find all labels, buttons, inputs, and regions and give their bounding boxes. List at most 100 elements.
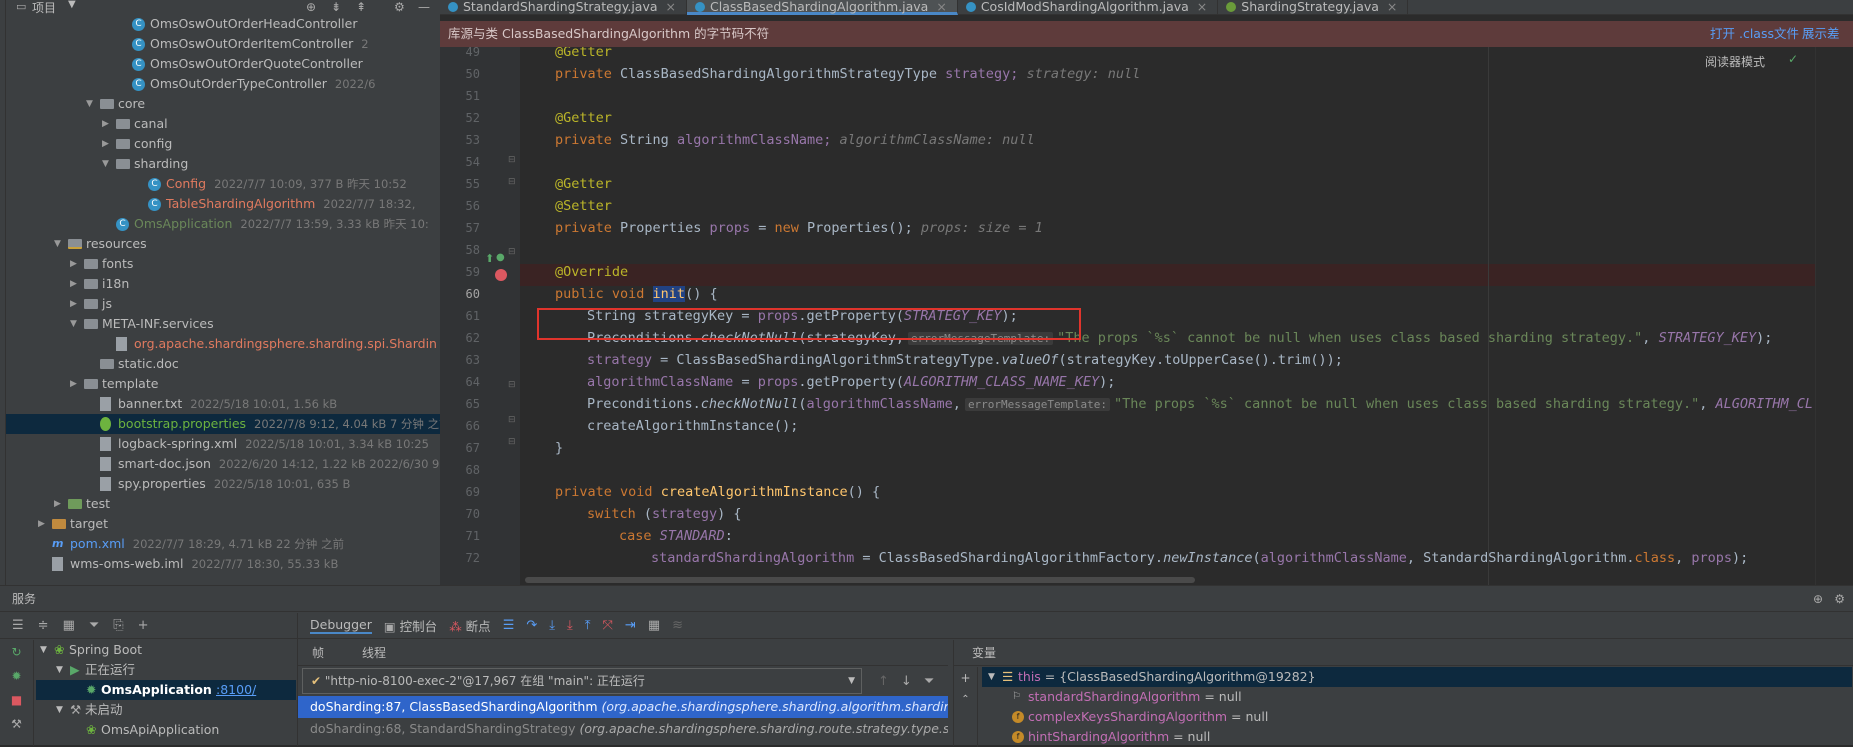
threads-tab[interactable]: 线程 [362, 640, 386, 665]
evaluate-icon[interactable]: ▦ [648, 618, 660, 633]
chevron-up-icon[interactable]: ⌃ [954, 689, 977, 711]
collapse-all-icon[interactable]: ≑ [38, 618, 49, 633]
project-tree-item[interactable]: ▼ core [6, 94, 440, 114]
thread-select[interactable]: ✔ "http-nio-8100-exec-2"@17,967 在组 "main… [302, 668, 862, 694]
reader-mode-label[interactable]: 阅读器模式 [1705, 53, 1765, 70]
chevron-right-icon[interactable]: ▶ [102, 114, 109, 134]
tab-breakpoints[interactable]: ⁂ 断点 [449, 616, 491, 635]
project-tree-item[interactable]: smart-doc.json 2022/6/20 14:12, 1.22 kB 2… [6, 454, 440, 474]
chevron-down-icon[interactable]: ▼ [86, 94, 93, 114]
code-minimap[interactable] [1815, 47, 1853, 585]
project-tree-item[interactable]: ▶ template [6, 374, 440, 394]
override-icon[interactable]: ⬆ [485, 252, 494, 265]
project-tree-item[interactable]: org.apache.shardingsphere.sharding.spi.S… [6, 334, 440, 354]
fold-icon[interactable]: ⊟ [508, 155, 516, 165]
variable-row[interactable]: ▼ ☰ this = {ClassBasedShardingAlgorithm@19… [982, 667, 1852, 687]
service-node-oms-application[interactable]: ✹ OmsApplication:8100/ [36, 680, 296, 700]
fold-icon[interactable]: ⊟ [508, 437, 516, 447]
project-tree-item[interactable]: spy.properties 2022/5/18 10:01, 635 B [6, 474, 440, 494]
project-tree-item[interactable]: ▶ js [6, 294, 440, 314]
chevron-down-icon[interactable]: ▼ [54, 234, 61, 254]
project-tree-item[interactable]: ▶ canal [6, 114, 440, 134]
chevron-right-icon[interactable]: ▶ [38, 514, 45, 534]
force-step-into-icon[interactable]: ⤓ [567, 618, 573, 633]
down-arrow-icon[interactable]: ↓ [901, 674, 912, 689]
show-execution-point-icon[interactable]: ☰ [503, 618, 515, 633]
tab-standard-sharding-strategy[interactable]: StandardShardingStrategy.java × [440, 0, 687, 15]
project-tree-item[interactable]: logback-spring.xml 2022/5/18 10:01, 3.34 … [6, 434, 440, 454]
chevron-down-icon[interactable]: ▼ [68, 0, 76, 10]
service-node-running[interactable]: ▼ ▶ 正在运行 [36, 660, 296, 680]
add-icon[interactable]: + [138, 618, 149, 633]
run-to-cursor-icon[interactable]: ⇥ [625, 618, 636, 633]
variable-row[interactable]: f hintShardingAlgorithm = null [982, 727, 1852, 747]
expand-icon[interactable]: ⇞ [356, 0, 366, 14]
fold-icon[interactable]: ⊟ [508, 380, 516, 390]
project-tree-item[interactable]: C OmsOswOutOrderHeadController [6, 14, 440, 34]
project-tree-item[interactable]: ▶ i18n [6, 274, 440, 294]
project-tree-item[interactable]: C OmsApplication 2022/7/7 13:59, 3.33 kB 昨… [6, 214, 440, 234]
group-icon[interactable]: ▦ [63, 618, 75, 633]
close-icon[interactable]: × [936, 0, 946, 14]
project-tree-item[interactable]: C OmsOutOrderTypeController 2022/6 [6, 74, 440, 94]
project-tree-item[interactable]: banner.txt 2022/5/18 10:01, 1.56 kB [6, 394, 440, 414]
chevron-right-icon[interactable]: ▶ [102, 134, 109, 154]
fold-icon[interactable]: ⊟ [508, 415, 516, 425]
expand-all-icon[interactable]: ☰ [12, 618, 24, 633]
trace-icon[interactable]: ≋ [672, 618, 683, 633]
stop-icon[interactable]: ■ [0, 688, 33, 712]
gear-icon[interactable]: ⚙ [394, 0, 405, 14]
fold-icon[interactable]: ⊟ [508, 177, 516, 187]
service-node-not-started[interactable]: ▼ ⚒ 未启动 [36, 700, 296, 720]
tab-cosid-mod-sharding-algorithm[interactable]: CosIdModShardingAlgorithm.java × [958, 0, 1219, 15]
frames-tab[interactable]: 帧 [312, 640, 324, 665]
variable-row[interactable]: f complexKeysShardingAlgorithm = null [982, 707, 1852, 727]
stack-frame[interactable]: doSharding:68, StandardShardingStrategy … [298, 718, 948, 740]
drop-frame-icon[interactable]: ⤧ [603, 618, 613, 633]
new-tab-icon[interactable]: ⎘ [113, 618, 123, 633]
project-tree-item[interactable]: ▼ META-INF.services [6, 314, 440, 334]
close-icon[interactable]: × [1197, 0, 1207, 14]
wrench-icon[interactable]: ⚒ [0, 712, 33, 736]
open-class-file-link[interactable]: 打开 .class文件 [1710, 21, 1799, 47]
tab-console[interactable]: ▣ 控制台 [384, 616, 437, 635]
horizontal-scrollbar[interactable] [525, 577, 1195, 583]
hide-icon[interactable]: — [418, 0, 430, 14]
service-node-spring-boot[interactable]: ▼ ❀ Spring Boot [36, 640, 296, 660]
project-tree-item[interactable]: ▶ test [6, 494, 440, 514]
up-arrow-icon[interactable]: ↑ [878, 674, 889, 689]
project-tree-item[interactable]: ▶ target [6, 514, 440, 534]
project-tree-item[interactable]: C Config 2022/7/7 10:09, 377 B 昨天 10:52 [6, 174, 440, 194]
tab-class-based-sharding-algorithm[interactable]: ClassBasedShardingAlgorithm.java × [687, 0, 958, 15]
chevron-right-icon[interactable]: ▶ [70, 374, 77, 394]
chevron-down-icon[interactable]: ▼ [70, 314, 77, 334]
fold-icon[interactable]: ⊟ [508, 247, 516, 257]
close-icon[interactable]: × [666, 0, 676, 14]
filter-icon[interactable]: ⏷ [924, 674, 934, 689]
chevron-right-icon[interactable]: ▶ [70, 254, 77, 274]
filter-icon[interactable]: ⏷ [89, 618, 99, 633]
rerun-icon[interactable]: ↻ [0, 640, 33, 664]
project-tree-item[interactable]: ▼ sharding [6, 154, 440, 174]
chevron-right-icon[interactable]: ▶ [70, 274, 77, 294]
collapse-all-icon[interactable]: ⇟ [331, 0, 341, 14]
project-tree-item[interactable]: C OmsOswOutOrderItemController 2 [6, 34, 440, 54]
step-into-icon[interactable]: ⤓ [549, 618, 555, 633]
chevron-down-icon[interactable]: ▼ [102, 154, 109, 174]
project-tree-item[interactable]: C OmsOswOutOrderQuoteController [6, 54, 440, 74]
chevron-right-icon[interactable]: ▶ [70, 294, 77, 314]
port-link[interactable]: :8100/ [216, 680, 256, 700]
tab-debugger[interactable]: Debugger [310, 617, 372, 634]
show-diff-link[interactable]: 展示差 [1802, 21, 1840, 47]
step-out-icon[interactable]: ⤒ [585, 618, 591, 633]
add-watch-icon[interactable]: + [954, 667, 977, 689]
chevron-right-icon[interactable]: ▶ [54, 494, 61, 514]
project-tree-item[interactable]: C TableShardingAlgorithm 2022/7/7 18:32, [6, 194, 440, 214]
debug-icon[interactable]: ✹ [0, 664, 33, 688]
tab-sharding-strategy[interactable]: ShardingStrategy.java × [1218, 0, 1409, 15]
globe-icon[interactable]: ⊕ [1813, 586, 1823, 612]
close-icon[interactable]: × [1387, 0, 1397, 14]
stack-frame[interactable]: doSharding:87, ClassBasedShardingAlgorit… [298, 696, 948, 718]
project-tree-item[interactable]: m pom.xml 2022/7/7 18:29, 4.71 kB 22 分钟 之前 [6, 534, 440, 554]
step-over-icon[interactable]: ↷ [526, 618, 537, 633]
